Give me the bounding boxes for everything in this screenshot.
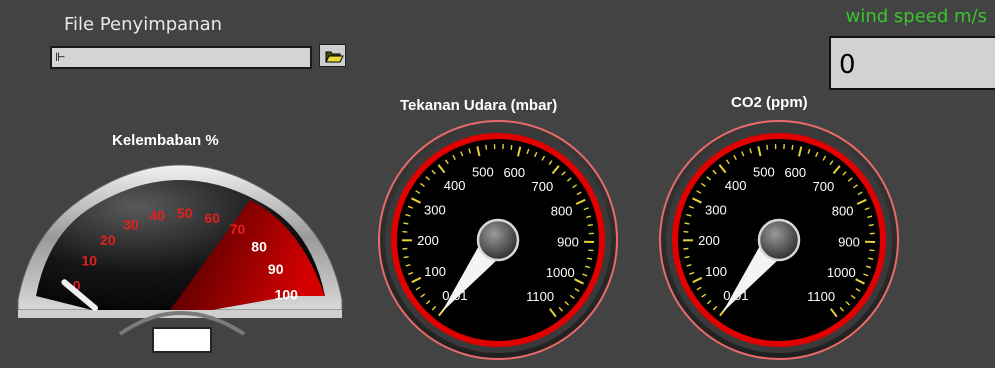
co2-hub: [757, 218, 801, 262]
co2-scale-label: 800: [832, 204, 854, 219]
co2-gauge[interactable]: 0.0110020030040050060070080090010001100: [0, 0, 995, 368]
co2-tick: [766, 144, 769, 150]
co2-scale-label: 500: [753, 165, 775, 180]
co2-tick: [791, 144, 794, 150]
co2-scale-label: 1100: [807, 289, 835, 304]
co2-tick: [683, 230, 689, 233]
co2-scale-label: 100: [705, 264, 727, 279]
co2-scale-label: 600: [784, 165, 806, 180]
co2-scale-label: 400: [725, 178, 747, 193]
front-panel: File Penyimpanan ⊩ wind speed m/s 0 Kele…: [0, 0, 995, 368]
co2-tick: [868, 224, 874, 227]
co2-tick: [684, 256, 690, 259]
co2-scale-label: 1000: [827, 265, 856, 280]
co2-scale-label: 900: [838, 234, 860, 249]
co2-tick: [683, 247, 689, 250]
co2-tick: [684, 222, 690, 225]
co2-scale-label: 700: [813, 179, 835, 194]
co2-scale-label: 200: [698, 233, 720, 248]
co2-tick: [868, 257, 874, 260]
co2-scale-label: 300: [705, 203, 727, 218]
co2-tick: [869, 249, 875, 252]
